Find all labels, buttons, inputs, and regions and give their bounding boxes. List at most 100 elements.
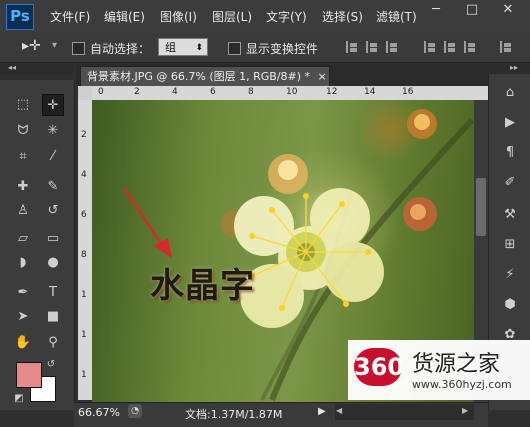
logo-badge: 360 (354, 348, 404, 386)
dropdown-arrow-icon: ⬍ (195, 43, 203, 53)
align-left-icon[interactable] (424, 41, 438, 53)
clone-stamp-tool-icon[interactable]: ♙ (12, 200, 34, 222)
auto-select-label: 自动选择： (90, 42, 151, 56)
swap-colors-icon[interactable]: ↺ (44, 358, 58, 372)
move-tool-icon[interactable]: ✛ (42, 94, 64, 116)
ruler-tick-label: 4 (81, 170, 87, 180)
foreground-color-swatch[interactable] (16, 362, 42, 388)
align-bottom-icon[interactable] (386, 41, 400, 53)
healing-brush-tool-icon[interactable]: ✚ (12, 176, 34, 198)
menu-bar: Ps 文件(F) 编辑(E) 图像(I) 图层(L) 文字(Y) 选择(S) 滤… (0, 0, 530, 33)
move-tool-preset-icon[interactable]: ▸✛ (22, 38, 41, 54)
brush-panel-icon[interactable]: ✐ (501, 174, 519, 192)
hand-tool-icon[interactable]: ✋ (12, 332, 34, 354)
logo-url: www.360hyzj.com (412, 378, 512, 391)
close-button[interactable]: ✕ (492, 0, 524, 20)
menu-file[interactable]: 文件(F) (50, 8, 90, 25)
gradient-tool-icon[interactable]: ▭ (42, 228, 64, 250)
menu-filter[interactable]: 滤镜(T) (376, 8, 417, 25)
character-panel-icon[interactable]: ¶ (501, 144, 519, 162)
ruler-origin[interactable] (78, 86, 92, 100)
align-vcenter-icon[interactable] (366, 41, 380, 53)
eyedropper-tool-icon[interactable]: ⁄ (42, 146, 64, 168)
brush-tool-icon[interactable]: ✎ (42, 176, 64, 198)
ruler-tick-label: 4 (172, 87, 178, 97)
crop-tool-icon[interactable]: ⌗ (12, 146, 34, 168)
vertical-ruler[interactable]: 2 4 6 8 1 1 1 (78, 100, 93, 400)
ruler-tick-label: 1 (81, 290, 87, 300)
rectangle-tool-icon[interactable]: ■ (42, 306, 64, 328)
menu-image[interactable]: 图像(I) (160, 8, 197, 25)
menu-select[interactable]: 选择(S) (322, 8, 363, 25)
marquee-tool-icon[interactable]: ⬚ (12, 94, 34, 116)
status-menu-arrow-icon[interactable]: ▶ (318, 406, 326, 417)
toolbox-header[interactable]: ◂◂ (0, 63, 74, 74)
dodge-tool-icon[interactable]: ● (42, 252, 64, 274)
lasso-tool-icon[interactable]: ᗢ (12, 120, 34, 142)
ruler-tick-label: 2 (134, 87, 140, 97)
menu-edit[interactable]: 编辑(E) (104, 8, 145, 25)
auto-select-value: 组 (165, 41, 176, 54)
zoom-tool-icon[interactable]: ⚲ (42, 332, 64, 354)
minimize-button[interactable]: ─ (420, 0, 452, 20)
status-options-icon[interactable]: ◔ (128, 404, 142, 418)
actions-panel-icon[interactable]: ▶ (501, 114, 519, 132)
default-colors-icon[interactable]: ◩ (12, 392, 26, 406)
menu-type[interactable]: 文字(Y) (266, 8, 307, 25)
history-panel-icon[interactable]: ⌂ (501, 84, 519, 102)
show-transform-checkbox[interactable] (228, 42, 241, 55)
scroll-left-icon[interactable]: ◀ (336, 406, 342, 415)
history-brush-tool-icon[interactable]: ↺ (42, 200, 64, 222)
ruler-tick-label: 2 (81, 130, 87, 140)
ruler-tick-label: 16 (402, 87, 414, 97)
blur-tool-icon[interactable]: ◗ (12, 252, 34, 274)
auto-select-checkbox[interactable] (72, 42, 85, 55)
horizontal-scrollbar[interactable] (335, 404, 474, 420)
document-tab[interactable]: 背景素材.JPG @ 66.7% (图层 1, RGB/8#) * × (80, 66, 330, 86)
menu-layer[interactable]: 图层(L) (212, 8, 252, 25)
eraser-tool-icon[interactable]: ▱ (12, 228, 34, 250)
distribute-top-icon[interactable] (500, 41, 514, 53)
site-watermark-logo: 360 货源之家 www.360hyzj.com (348, 340, 530, 400)
ruler-tick-label: 14 (364, 87, 376, 97)
tool-presets-icon[interactable]: ⚒ (501, 206, 519, 224)
close-tab-icon[interactable]: × (318, 70, 327, 83)
crystal-text-layer[interactable]: 水晶字 (150, 258, 255, 307)
path-selection-tool-icon[interactable]: ➤ (12, 306, 34, 328)
chevron-down-icon[interactable]: ▾ (52, 40, 57, 51)
ruler-tick-label: 8 (81, 250, 87, 260)
ruler-tick-label: 6 (210, 87, 216, 97)
ruler-tick-label: 0 (98, 87, 104, 97)
pen-tool-icon[interactable]: ✒ (12, 282, 34, 304)
align-right-icon[interactable] (464, 41, 478, 53)
vertical-scrollbar-thumb[interactable] (476, 178, 486, 236)
3d-panel-icon[interactable]: ⬢ (501, 296, 519, 314)
scroll-right-icon[interactable]: ▶ (462, 406, 468, 415)
paths-panel-icon[interactable]: ⚡ (501, 266, 519, 284)
expand-arrows-icon[interactable]: ▸▸ (510, 63, 518, 72)
horizontal-ruler[interactable]: 0 2 4 6 8 10 12 14 16 (92, 86, 488, 101)
zoom-level[interactable]: 66.67% (78, 406, 120, 419)
show-transform-label: 显示变换控件 (246, 42, 319, 56)
ruler-tick-label: 1 (81, 330, 87, 340)
ruler-tick-label: 10 (286, 87, 298, 97)
window-controls: ─ □ ✕ (420, 0, 530, 22)
maximize-button[interactable]: □ (456, 0, 488, 20)
photoshop-logo: Ps (6, 4, 34, 30)
ruler-tick-label: 12 (326, 87, 338, 97)
auto-select-dropdown[interactable]: 组 ⬍ (158, 38, 208, 56)
logo-name: 货源之家 (412, 352, 501, 377)
ruler-tick-label: 1 (81, 370, 87, 380)
type-tool-icon[interactable]: T (42, 282, 64, 304)
right-panel-header[interactable]: ▸▸ (488, 63, 530, 74)
align-hcenter-icon[interactable] (444, 41, 458, 53)
collapse-arrows-icon[interactable]: ◂◂ (8, 63, 16, 72)
ruler-tick-label: 6 (81, 210, 87, 220)
align-top-icon[interactable] (346, 41, 360, 53)
options-bar: ▸✛ ▾ 自动选择： 组 ⬍ 显示变换控件 (0, 32, 530, 63)
clone-source-icon[interactable]: ⊞ (501, 236, 519, 254)
magic-wand-tool-icon[interactable]: ✳ (42, 120, 64, 142)
ruler-tick-label: 8 (248, 87, 254, 97)
annotation-arrow (122, 187, 166, 249)
toolbox: ⬚ ✛ ᗢ ✳ ⌗ ⁄ ✚ ✎ ♙ ↺ ▱ ▭ ◗ ● ✒ T ➤ ■ ✋ ⚲ … (0, 80, 75, 410)
